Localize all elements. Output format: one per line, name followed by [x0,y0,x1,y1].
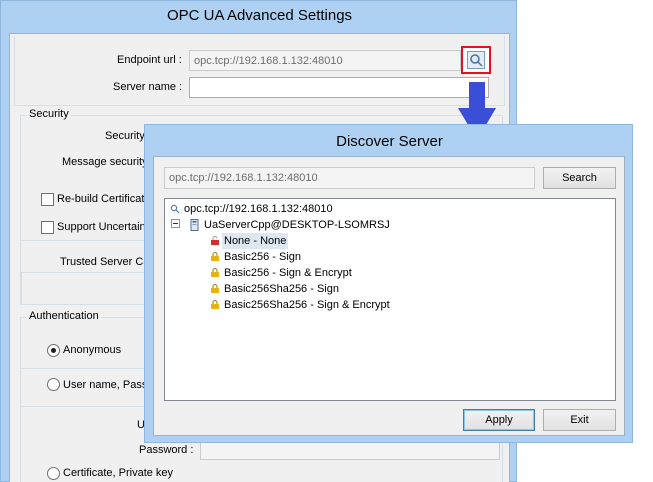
auth-divider-1 [21,368,151,369]
server-tree[interactable]: opc.tcp://192.168.1.132:48010 UaServerCp… [164,198,616,401]
endpoint-label: Endpoint url : [117,54,182,66]
certificate-private-key-label: Certificate, Private key [63,467,174,479]
window-title: Discover Server [336,133,443,150]
discover-server-button[interactable] [461,46,491,74]
exit-button[interactable]: Exit [543,409,616,431]
tree-endpoint-label: None - None [222,233,289,249]
tree-server-label: UaServerCpp@DESKTOP-LSOMRSJ [204,219,390,231]
security-group-title: Security [27,108,71,120]
authentication-group-title: Authentication [27,310,101,322]
rebuild-certificate-label: Re-build Certificate [57,193,151,205]
discover-server-window: Discover Server opc.tcp://192.168.1.132:… [144,124,633,443]
discover-url-field: opc.tcp://192.168.1.132:48010 [164,167,535,189]
lock-icon [211,284,219,293]
anonymous-radio[interactable] [47,344,60,357]
username-password-radio[interactable] [47,378,60,391]
security-divider [21,240,151,241]
server-name-input[interactable] [189,77,489,98]
message-security-label: Message security [62,156,148,168]
username-password-label: User name, Passw [63,379,156,391]
discover-icon [467,51,485,69]
window-title: OPC UA Advanced Settings [166,7,353,24]
lock-icon [211,252,219,261]
discover-client-area: opc.tcp://192.168.1.132:48010 Search opc… [153,156,625,436]
lock-icon [211,300,219,309]
unlocked-icon [211,236,219,245]
certificate-radio[interactable] [47,467,60,480]
server-icon [190,219,199,231]
tree-endpoint-label: Basic256Sha256 - Sign & Encrypt [224,299,390,311]
rebuild-certificate-checkbox[interactable] [41,193,54,206]
apply-button[interactable]: Apply [463,409,535,431]
collapse-icon[interactable] [171,219,180,228]
tree-endpoint-label: Basic256 - Sign [224,251,302,263]
endpoint-url-text: opc.tcp://192.168.1.132:48010 [194,55,343,67]
tree-endpoint-label: Basic256Sha256 - Sign [224,283,339,295]
server-name-label: Server name : [113,81,183,93]
tree-root-label: opc.tcp://192.168.1.132:48010 [184,203,333,215]
security-label: Security [105,130,145,142]
support-uncertain-label: Support Uncertain [57,221,146,233]
lock-icon [211,268,219,277]
search-button[interactable]: Search [543,167,616,189]
search-icon [170,204,180,214]
auth-divider-2 [21,406,151,407]
endpoint-url-field: opc.tcp://192.168.1.132:48010 [189,50,461,71]
discover-url-text: opc.tcp://192.168.1.132:48010 [169,172,318,184]
password-label: Password : [139,444,194,456]
trusted-server-label: Trusted Server Ce [60,256,150,268]
anonymous-label: Anonymous [63,344,122,356]
tree-endpoint-label: Basic256 - Sign & Encrypt [224,267,352,279]
password-input[interactable] [200,440,500,460]
support-uncertain-checkbox[interactable] [41,221,54,234]
trusted-server-list[interactable] [21,272,151,304]
